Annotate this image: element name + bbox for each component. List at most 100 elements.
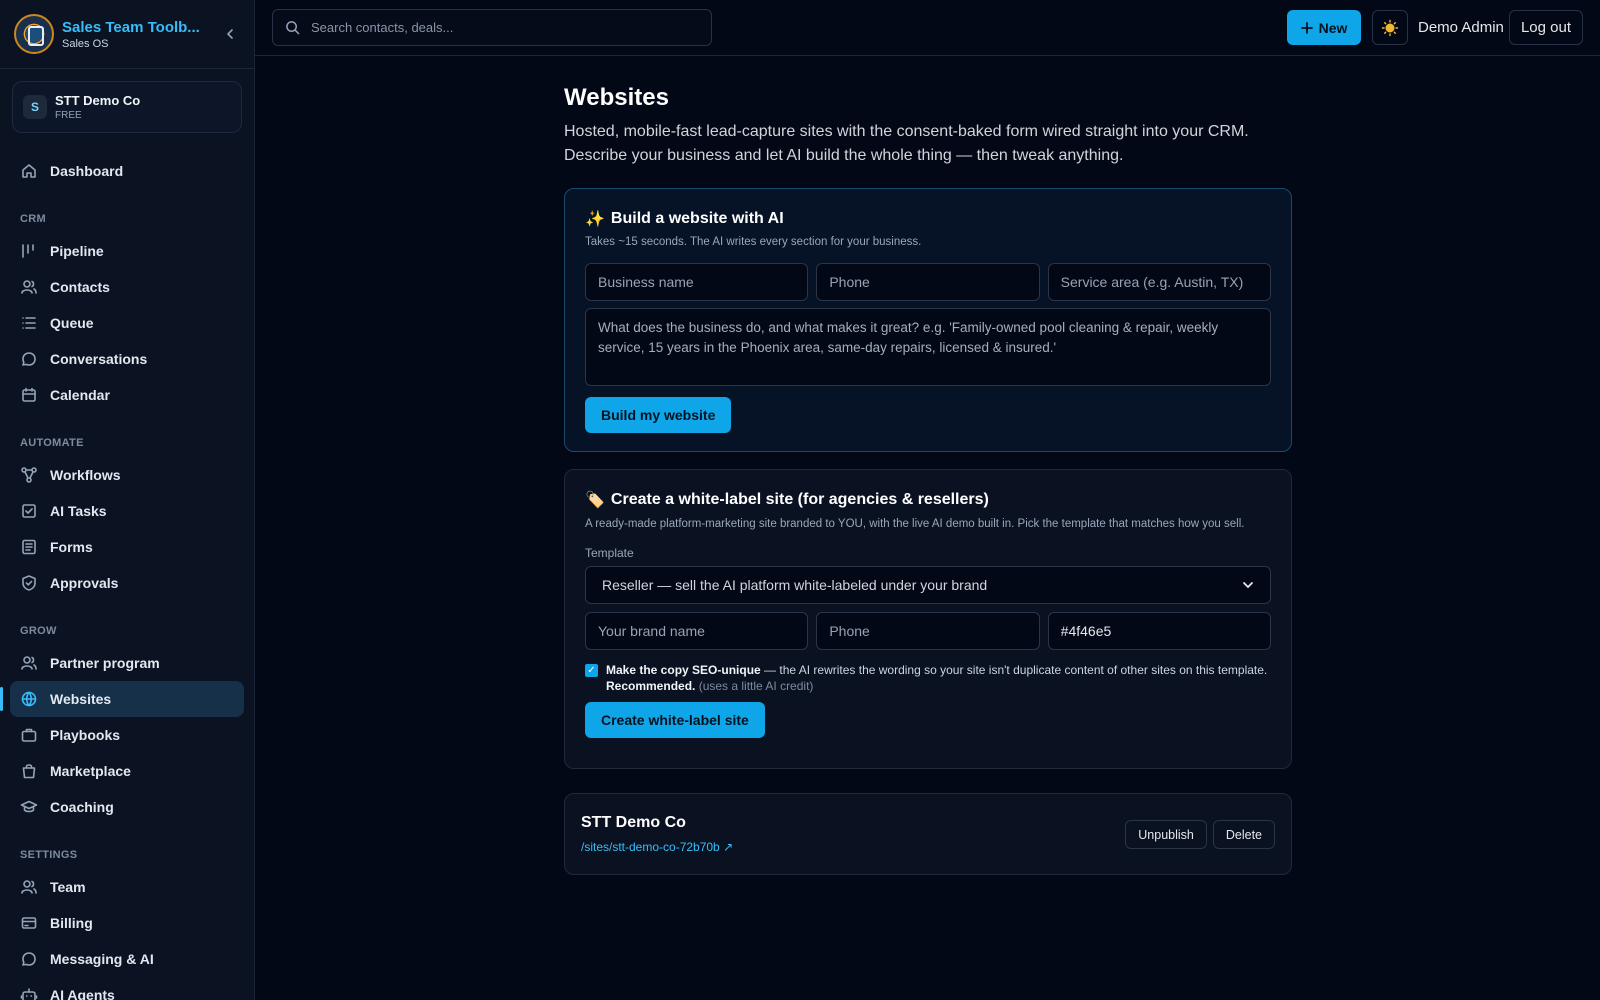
search-box[interactable] xyxy=(272,9,712,46)
template-select-value: Reseller — sell the AI platform white-la… xyxy=(602,577,988,593)
sidebar-item-queue[interactable]: Queue xyxy=(0,305,244,341)
kanban-icon xyxy=(20,242,38,260)
sidebar-item-billing[interactable]: Billing xyxy=(0,905,244,941)
business-description-textarea[interactable] xyxy=(585,308,1271,386)
user-name[interactable]: Demo Admin xyxy=(1418,19,1504,36)
sidebar: Sales Team Toolb... Sales OS S STT Demo … xyxy=(0,0,255,1000)
collapse-sidebar-button[interactable] xyxy=(220,24,240,44)
org-name: STT Demo Co xyxy=(55,93,141,108)
sidebar-item-label: Workflows xyxy=(50,467,121,483)
sidebar-item-contacts[interactable]: Contacts xyxy=(0,269,244,305)
sidebar-item-coaching[interactable]: Coaching xyxy=(0,789,244,825)
sidebar-section-heading: SETTINGS xyxy=(20,849,78,861)
seo-unique-label: Make the copy SEO-unique — the AI rewrit… xyxy=(606,662,1271,694)
brand-subtitle: Sales OS xyxy=(62,37,109,50)
card-icon xyxy=(20,914,38,932)
shield-icon xyxy=(20,574,38,592)
phone-input[interactable] xyxy=(816,263,1040,301)
graduation-icon xyxy=(20,798,38,816)
seo-credit-note: (uses a little AI credit) xyxy=(695,679,814,693)
seo-unique-text: — the AI rewrites the wording so your si… xyxy=(760,663,1268,677)
brand-title[interactable]: Sales Team Toolb... xyxy=(62,19,202,36)
brand-logo[interactable] xyxy=(14,14,54,54)
sidebar-item-ai-agents[interactable]: AI Agents xyxy=(0,977,244,1000)
ai-builder-card: ✨ Build a website with AI Takes ~15 seco… xyxy=(564,188,1292,452)
seo-unique-checkbox[interactable]: ✓ xyxy=(585,664,598,677)
sidebar-item-playbooks[interactable]: Playbooks xyxy=(0,717,244,753)
sidebar-item-label: AI Tasks xyxy=(50,503,107,519)
sidebar-section-heading: GROW xyxy=(20,625,57,637)
sidebar-item-conversations[interactable]: Conversations xyxy=(0,341,244,377)
sidebar-item-label: Messaging & AI xyxy=(50,951,154,967)
sidebar-section-heading: AUTOMATE xyxy=(20,437,84,449)
sidebar-item-workflows[interactable]: Workflows xyxy=(0,457,244,493)
sidebar-item-label: Dashboard xyxy=(50,163,124,179)
site-card: STT Demo Co /sites/stt-demo-co-72b70b ↗ … xyxy=(564,793,1292,875)
briefcase-icon xyxy=(20,726,38,744)
ai-builder-fields xyxy=(585,263,1271,301)
business-name-input[interactable] xyxy=(585,263,809,301)
sidebar-item-label: Marketplace xyxy=(50,763,131,779)
org-avatar: S xyxy=(23,95,47,119)
sidebar-item-label: Conversations xyxy=(50,351,148,367)
sidebar-item-partner-program[interactable]: Partner program xyxy=(0,645,244,681)
new-button-label: New xyxy=(1318,19,1348,36)
tag-icon: 🏷️ xyxy=(585,492,605,509)
brand-color-input[interactable] xyxy=(1047,612,1271,650)
create-white-label-button[interactable]: Create white-label site xyxy=(585,702,765,738)
list-icon xyxy=(20,314,38,332)
white-label-fields xyxy=(585,612,1271,650)
theme-toggle-button[interactable] xyxy=(1372,10,1408,45)
unpublish-button[interactable]: Unpublish xyxy=(1125,820,1207,849)
seo-recommended: Recommended. xyxy=(606,679,696,693)
bot-icon xyxy=(20,986,38,1000)
ai-builder-title-text: Build a website with AI xyxy=(610,210,784,227)
sidebar-item-calendar[interactable]: Calendar xyxy=(0,377,244,413)
form-icon xyxy=(20,538,38,556)
sidebar-item-label: Approvals xyxy=(50,575,119,591)
white-label-subtitle: A ready-made platform-marketing site bra… xyxy=(585,518,1245,530)
seo-unique-bold: Make the copy SEO-unique xyxy=(606,663,761,677)
white-label-phone-input[interactable] xyxy=(816,612,1040,650)
sidebar-item-approvals[interactable]: Approvals xyxy=(0,565,244,601)
build-website-button[interactable]: Build my website xyxy=(585,397,732,433)
sidebar-item-team[interactable]: Team xyxy=(0,869,244,905)
sidebar-item-label: Coaching xyxy=(50,799,114,815)
delete-button[interactable]: Delete xyxy=(1212,820,1275,849)
sidebar-item-ai-tasks[interactable]: AI Tasks xyxy=(0,493,244,529)
home-icon xyxy=(20,162,38,180)
globe-icon xyxy=(20,690,38,708)
calendar-icon xyxy=(20,386,38,404)
chevron-down-icon xyxy=(1243,582,1253,589)
logout-button[interactable]: Log out xyxy=(1509,10,1583,45)
sidebar-item-forms[interactable]: Forms xyxy=(0,529,244,565)
sidebar-item-label: AI Agents xyxy=(50,987,115,1000)
sidebar-item-label: Partner program xyxy=(50,655,160,671)
users-icon xyxy=(20,878,38,896)
white-label-title-text: Create a white-label site (for agencies … xyxy=(610,491,989,508)
sidebar-item-dashboard[interactable]: Dashboard xyxy=(0,153,244,189)
search-input[interactable] xyxy=(311,20,691,35)
sparkles-icon: ✨ xyxy=(585,211,605,228)
plus-icon xyxy=(1300,21,1313,34)
org-switcher[interactable]: S STT Demo Co FREE xyxy=(12,81,242,133)
ai-builder-title: ✨ Build a website with AI xyxy=(585,209,1271,229)
template-label: Template xyxy=(585,546,634,560)
brand-name-input[interactable] xyxy=(585,612,809,650)
sidebar-item-label: Pipeline xyxy=(50,243,104,259)
new-button[interactable]: New xyxy=(1287,10,1361,45)
org-plan-badge: FREE xyxy=(55,110,82,121)
sidebar-item-websites[interactable]: Websites xyxy=(0,681,244,717)
sun-icon xyxy=(1381,19,1399,36)
bag-icon xyxy=(20,762,38,780)
service-area-input[interactable] xyxy=(1047,263,1271,301)
checkbox-icon xyxy=(20,502,38,520)
white-label-card: 🏷️ Create a white-label site (for agenci… xyxy=(564,469,1292,769)
template-select[interactable]: Reseller — sell the AI platform white-la… xyxy=(585,566,1271,604)
sidebar-item-marketplace[interactable]: Marketplace xyxy=(0,753,244,789)
page-description: Hosted, mobile-fast lead-capture sites w… xyxy=(564,123,1249,164)
sidebar-item-pipeline[interactable]: Pipeline xyxy=(0,233,244,269)
sidebar-item-messaging-ai[interactable]: Messaging & AI xyxy=(0,941,244,977)
sidebar-section-heading: CRM xyxy=(20,213,46,225)
users-icon xyxy=(20,278,38,296)
